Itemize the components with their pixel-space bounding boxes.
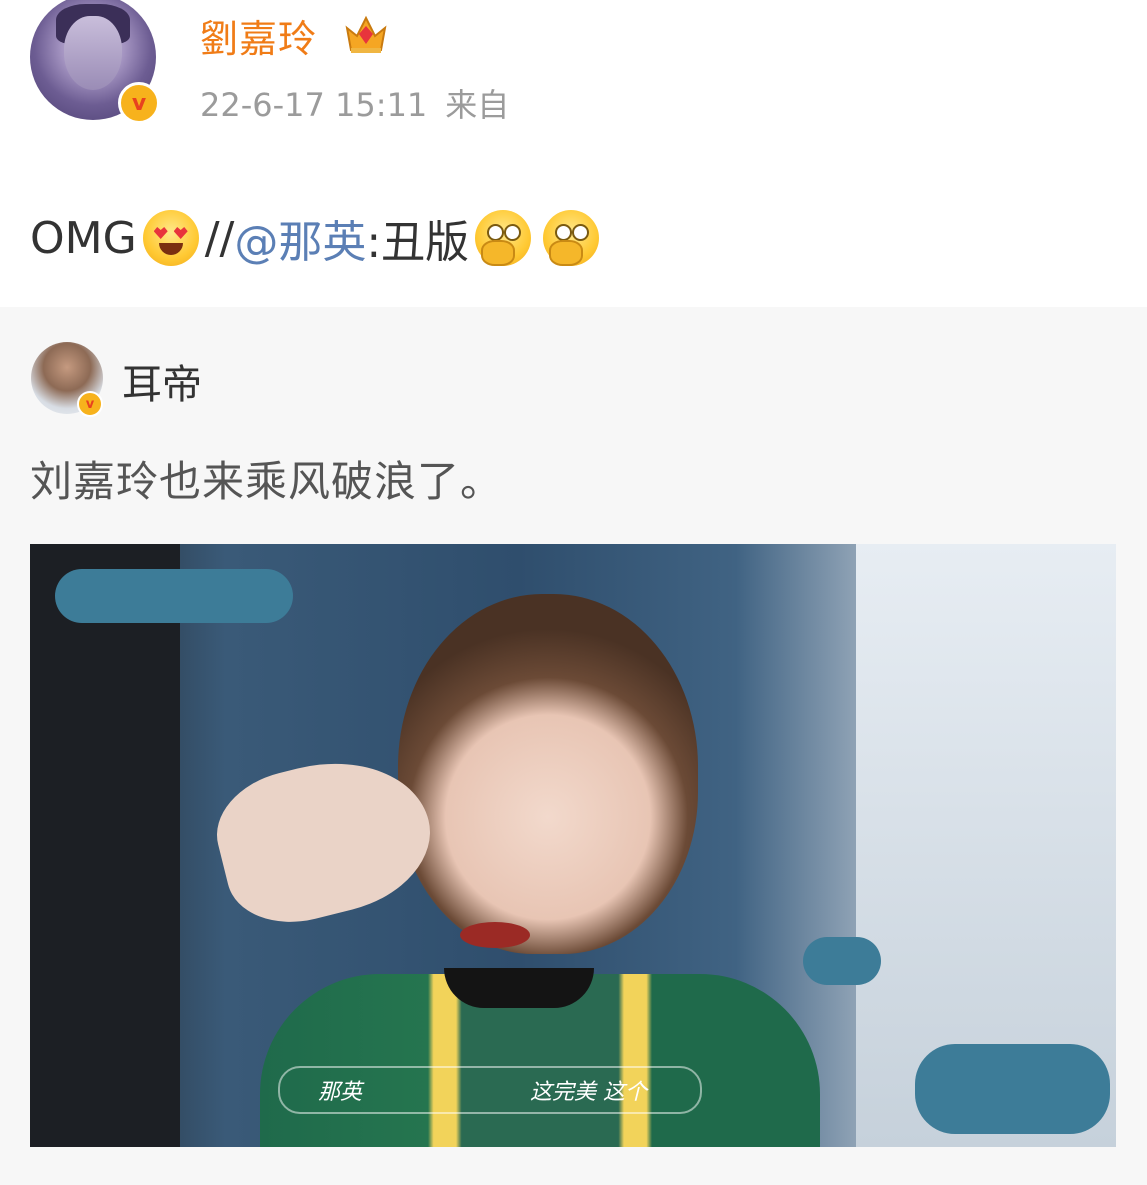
post-text-after-mention: :丑版	[366, 217, 470, 268]
avatar-face	[64, 16, 122, 90]
crown-icon	[345, 15, 387, 53]
post-source: 来自	[445, 86, 510, 124]
censor-blob	[915, 1044, 1110, 1134]
post-header: v 劉嘉玲 22-6-17 15:11 来自	[0, 0, 1147, 150]
image-person-head	[398, 594, 698, 954]
thinking-emoji	[543, 210, 600, 266]
mention-link[interactable]: @那英	[234, 206, 366, 270]
image-bg-left	[30, 544, 180, 1147]
post-text-start: OMG	[30, 212, 137, 264]
post-timestamp: 22-6-17 15:11	[200, 86, 428, 124]
censor-blob	[55, 569, 293, 623]
post-text: OMG // @那英 :丑版	[30, 206, 605, 270]
post-meta: 22-6-17 15:11 来自	[200, 80, 509, 126]
repost-image[interactable]: 那英 这完美 这个	[30, 544, 1116, 1147]
censor-blob	[803, 937, 881, 985]
image-choker	[444, 968, 594, 1008]
username[interactable]: 劉嘉玲	[200, 8, 317, 63]
subtitle-right: 这完美 这个	[530, 1080, 647, 1105]
image-lips	[460, 922, 530, 948]
thinking-emoji	[475, 210, 532, 266]
subtitle-left: 那英	[318, 1080, 363, 1105]
repost-text: 刘嘉玲也来乘风破浪了。	[30, 457, 504, 506]
heart-eyes-emoji	[142, 210, 199, 266]
verified-badge-icon: v	[77, 391, 103, 417]
repost-separator: //	[204, 212, 235, 264]
repost-username[interactable]: 耳帝	[122, 352, 202, 410]
verified-badge-icon: v	[118, 82, 160, 124]
